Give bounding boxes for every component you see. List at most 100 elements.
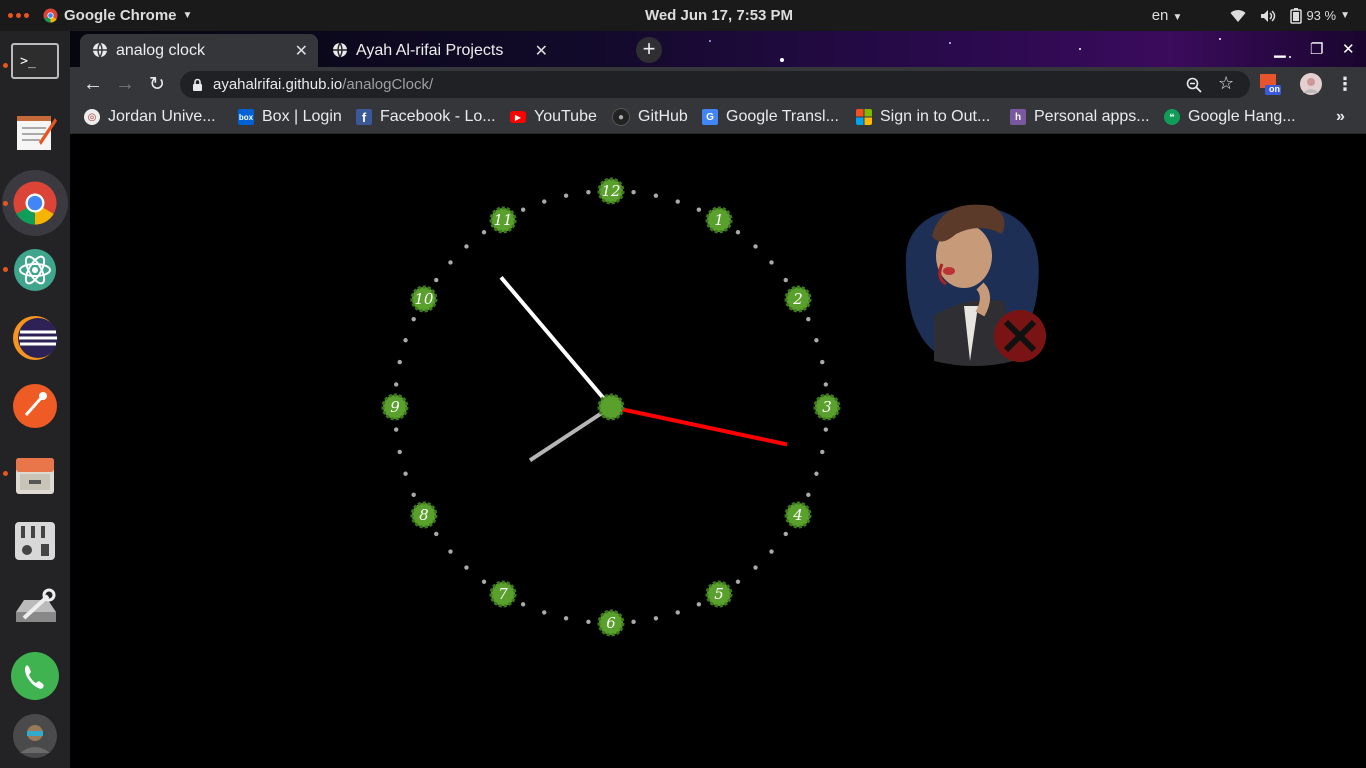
bookmark-item[interactable]: box Box | Login [238,108,342,126]
minute-dot [631,189,636,195]
minute-dot [434,531,439,537]
tab-close-icon[interactable]: ✕ [535,41,548,61]
wifi-icon [1230,9,1246,22]
tab-title: Ayah Al-rifai Projects [356,42,504,59]
bookmark-item[interactable]: h Personal apps... [1010,108,1150,126]
running-indicator [3,471,8,476]
hour-numeral: 3 [822,398,832,416]
bookmark-star-icon[interactable]: ☆ [1218,73,1234,94]
minute-dot [448,260,453,265]
minute-dot [520,207,526,212]
tired-developer-illustration-icon [905,204,1046,366]
postman-icon[interactable] [10,381,60,431]
globe-icon [93,42,107,58]
notepad-icon[interactable] [10,107,60,157]
zoom-icon[interactable] [1186,77,1202,93]
youtube-icon: ▶ [510,111,526,123]
minute-dot [783,531,788,537]
bookmark-label: Google Hang... [1188,108,1296,125]
minute-dot [631,619,636,625]
minute-dot [696,602,702,607]
minute-dot [814,471,819,476]
wrench-drive-icon[interactable] [10,583,60,633]
bookmark-item[interactable]: Sign in to Out... [856,108,990,126]
running-indicator [3,201,8,206]
minute-dot [481,579,487,584]
minute-dot [820,449,825,455]
system-tray[interactable]: en ▼ 93 % ▼ [1152,0,1350,31]
address-bar[interactable]: ayahalrifai.github.io/analogClock/ ☆ [180,71,1250,98]
browser-toolbar: ← → ↻ ayahalrifai.github.io/analogClock/… [70,67,1366,101]
box-icon: box [238,109,254,125]
chevron-down-icon: ▼ [1172,12,1183,23]
minute-dot [563,193,569,198]
close-window-icon[interactable]: ✕ [1342,40,1355,58]
back-icon[interactable]: ← [82,73,104,95]
extension-icon[interactable]: on [1258,73,1282,95]
bookmark-item[interactable]: ▶ YouTube [510,108,597,126]
github-icon: ● [612,108,630,126]
browser-tab-strip: analog clock ✕ Ayah Al-rifai Projects ✕ … [70,31,1366,67]
battery-indicator[interactable]: 93 % ▼ [1290,7,1350,24]
hour-marker-1: 1 [705,206,733,234]
minute-dot [464,565,469,570]
avatar-icon[interactable] [10,711,60,761]
minute-dot [783,277,788,283]
terminal-icon[interactable]: >_ [11,43,59,79]
url-text: ayahalrifai.github.io/analogClock/ [213,76,433,93]
lock-icon[interactable] [192,78,203,92]
mixer-icon[interactable] [10,515,60,565]
bookmark-item[interactable]: ◎ Jordan Unive... [84,108,216,126]
forward-icon[interactable]: → [114,73,136,95]
minute-dot [806,316,811,322]
bookmark-item[interactable]: G Google Transl... [702,108,839,126]
battery-icon [1290,7,1303,24]
running-indicator [3,63,8,68]
minute-dot [675,610,680,615]
menu-kebab-icon[interactable]: ⋮ [1334,73,1356,95]
eclipse-icon[interactable] [10,313,60,363]
hour-marker-2: 2 [784,285,812,313]
minute-dot [397,359,402,365]
profile-avatar[interactable] [1300,73,1322,95]
tab-ayah-projects[interactable]: Ayah Al-rifai Projects ✕ [320,34,558,67]
extension-badge: on [1269,84,1280,94]
hour-numeral: 8 [419,506,429,524]
atom-icon[interactable] [10,245,60,295]
bookmark-item[interactable]: f Facebook - Lo... [356,108,496,126]
hour-numeral: 9 [390,398,400,416]
hour-numeral: 10 [414,290,434,308]
tab-close-icon[interactable]: ✕ [295,41,308,61]
hour-numeral: 6 [606,614,616,632]
bookmark-item[interactable]: ● GitHub [612,108,688,126]
minute-dot [769,549,774,554]
globe-icon [333,42,347,58]
minute-dot [397,449,402,455]
minute-dot [753,565,758,570]
minute-dot [464,244,469,249]
minimize-icon[interactable]: ▁ [1274,40,1286,58]
minute-dot [448,549,453,554]
battery-level: 93 % [1306,8,1337,23]
google-translate-icon: G [702,109,718,125]
file-cabinet-icon[interactable] [10,449,60,499]
minute-dot [675,199,680,204]
more-bookmarks-icon[interactable]: » [1336,108,1345,126]
bookmark-label: Facebook - Lo... [380,108,496,125]
maximize-icon[interactable]: ❐ [1310,40,1323,58]
reload-icon[interactable]: ↻ [146,73,168,95]
tab-analog-clock[interactable]: analog clock ✕ [80,34,318,67]
minute-dot [411,492,416,498]
minute-dot [753,244,758,249]
chrome-icon[interactable] [10,178,60,228]
minute-dot [769,260,774,265]
bookmark-label: GitHub [638,108,688,125]
language-indicator[interactable]: en ▼ [1152,7,1183,24]
new-tab-button[interactable]: + [636,37,662,63]
phone-icon[interactable] [10,651,60,701]
bookmark-item[interactable]: ❝ Google Hang... [1164,108,1296,126]
minute-dot [820,359,825,365]
language-label: en [1151,7,1169,24]
minute-dot [586,619,591,625]
hour-marker-12: 12 [597,177,625,205]
